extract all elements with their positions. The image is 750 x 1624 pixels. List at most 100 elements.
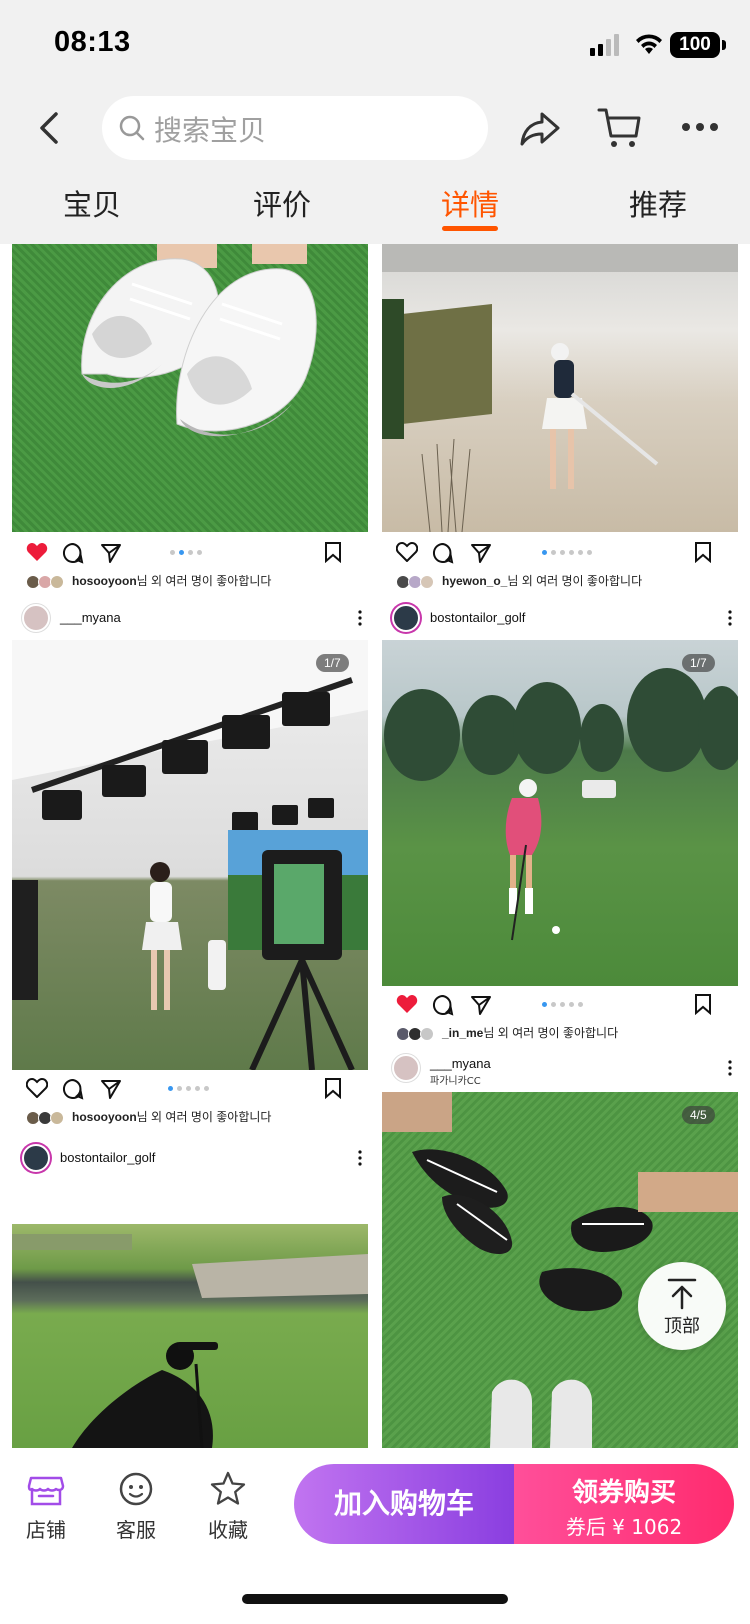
comment-icon[interactable] xyxy=(432,994,454,1016)
kebab-menu-icon[interactable] xyxy=(728,610,732,626)
detail-image-collage[interactable]: hosooyoon님 외 여러 명이 좋아합니다 hyewon_o_님 외 여러… xyxy=(0,244,750,1448)
carousel-dots xyxy=(168,1086,209,1091)
home-indicator[interactable] xyxy=(242,1594,508,1604)
lake-golfer-illustration xyxy=(12,1234,368,1448)
buy-with-coupon-button[interactable]: 领券购买 券后 ¥ 1062 xyxy=(514,1464,734,1544)
post-header: bostontailor_golf xyxy=(392,602,738,638)
kebab-menu-icon[interactable] xyxy=(728,1060,732,1076)
status-time: 08:13 xyxy=(54,26,131,58)
heart-outline-icon[interactable] xyxy=(396,542,418,562)
liker-avatars xyxy=(396,574,440,589)
post-likes: hyewon_o_님 외 여러 명이 좋아합니다 xyxy=(396,572,642,589)
sneakers-illustration xyxy=(81,244,317,437)
heart-filled-icon[interactable] xyxy=(396,994,418,1014)
favorite-button[interactable]: 收藏 xyxy=(188,1470,268,1543)
back-arrow-icon[interactable] xyxy=(34,108,68,148)
tab-item[interactable]: 宝贝 xyxy=(42,182,142,224)
top-nav: 搜索宝贝 xyxy=(0,86,750,172)
tab-details[interactable]: 详情 xyxy=(420,182,520,224)
add-to-cart-button[interactable]: 加入购物车 xyxy=(294,1464,514,1544)
post-header: bostontailor_golf xyxy=(22,1142,368,1178)
comment-icon[interactable] xyxy=(62,542,84,564)
avatar[interactable] xyxy=(392,1054,420,1082)
service-label: 客服 xyxy=(116,1518,156,1542)
tab-recommend[interactable]: 推荐 xyxy=(608,182,708,224)
image-counter: 1/7 xyxy=(682,654,715,672)
star-icon xyxy=(210,1471,246,1505)
image-counter: 1/7 xyxy=(316,654,349,672)
likes-username: _in_me xyxy=(442,1026,484,1040)
scroll-to-top-label: 顶部 xyxy=(664,1316,700,1337)
post-location[interactable]: 파가니카CC xyxy=(430,1072,481,1087)
bookmark-icon[interactable] xyxy=(324,1077,342,1099)
post-username[interactable]: bostontailor_golf xyxy=(430,610,525,625)
post-photo-studio: 1/7 xyxy=(12,640,368,1070)
post-action-bar xyxy=(382,536,738,572)
cellular-signal-icon xyxy=(590,34,619,56)
kebab-menu-icon[interactable] xyxy=(358,1150,362,1166)
post-username[interactable]: ___myana xyxy=(430,1056,491,1071)
bookmark-icon[interactable] xyxy=(324,541,342,563)
wifi-icon xyxy=(636,34,662,54)
scroll-to-top-button[interactable]: 顶部 xyxy=(638,1262,726,1350)
shop-button[interactable]: 店铺 xyxy=(6,1470,86,1543)
post-username[interactable]: bostontailor_golf xyxy=(60,1150,155,1165)
post-photo-sneakers xyxy=(12,244,368,532)
share-icon[interactable] xyxy=(518,106,562,150)
likes-text: 님 외 여러 명이 좋아합니다 xyxy=(507,574,643,588)
post-username[interactable]: ___myana xyxy=(60,610,121,625)
status-bar: 08:13 100 xyxy=(0,0,750,86)
carousel-dots xyxy=(542,1002,583,1007)
send-icon[interactable] xyxy=(470,542,492,564)
shop-icon xyxy=(27,1476,65,1506)
coupon-price: 券后 ¥ 1062 xyxy=(565,1515,683,1539)
customer-service-button[interactable]: 客服 xyxy=(96,1470,176,1543)
post-photo-indoor-swing xyxy=(382,244,738,532)
carousel-dots xyxy=(542,550,592,555)
favorite-label: 收藏 xyxy=(208,1518,248,1542)
kebab-menu-icon[interactable] xyxy=(358,610,362,626)
avatar[interactable] xyxy=(22,604,50,632)
product-tabs: 宝贝 评价 详情 推荐 xyxy=(0,172,750,244)
post-header: ___myana 파가니카CC xyxy=(392,1052,738,1088)
post-action-bar xyxy=(12,1072,368,1108)
tab-reviews[interactable]: 评价 xyxy=(232,182,332,224)
search-icon xyxy=(119,115,145,141)
studio-illustration xyxy=(12,640,368,1070)
liker-avatars xyxy=(396,1026,440,1041)
liker-avatars xyxy=(26,574,70,589)
send-icon[interactable] xyxy=(100,542,122,564)
heart-filled-icon[interactable] xyxy=(26,542,48,562)
cart-icon[interactable] xyxy=(596,104,642,150)
likes-username: hosooyoon xyxy=(72,574,137,588)
shop-label: 店铺 xyxy=(26,1518,66,1542)
post-photo-course: 1/7 xyxy=(382,640,738,986)
course-golfer-illustration xyxy=(384,668,738,941)
post-likes: hosooyoon님 외 여러 명이 좋아합니다 xyxy=(26,572,271,589)
comment-icon[interactable] xyxy=(432,542,454,564)
avatar[interactable] xyxy=(392,604,420,632)
post-photo-lake xyxy=(12,1224,368,1448)
more-icon[interactable] xyxy=(680,120,720,134)
buy-label: 领券购买 xyxy=(571,1478,676,1508)
send-icon[interactable] xyxy=(470,994,492,1016)
post-likes: _in_me님 외 여러 명이 좋아합니다 xyxy=(396,1024,618,1041)
battery-nub xyxy=(722,40,726,50)
likes-text: 님 외 여러 명이 좋아합니다 xyxy=(136,1110,272,1124)
likes-username: hosooyoon xyxy=(72,1110,137,1124)
post-header: ___myana xyxy=(22,602,368,638)
post-action-bar xyxy=(12,536,368,572)
image-counter: 4/5 xyxy=(682,1106,715,1124)
search-input[interactable]: 搜索宝贝 xyxy=(102,96,488,160)
active-tab-indicator xyxy=(442,226,498,231)
comment-icon[interactable] xyxy=(62,1078,84,1100)
arrow-up-icon xyxy=(667,1278,697,1310)
send-icon[interactable] xyxy=(100,1078,122,1100)
bookmark-icon[interactable] xyxy=(694,541,712,563)
bookmark-icon[interactable] xyxy=(694,993,712,1015)
smiley-chat-icon xyxy=(119,1472,153,1506)
likes-text: 님 외 여러 명이 좋아합니다 xyxy=(483,1026,619,1040)
avatar[interactable] xyxy=(22,1144,50,1172)
liker-avatars xyxy=(26,1110,70,1125)
heart-outline-icon[interactable] xyxy=(26,1078,48,1098)
